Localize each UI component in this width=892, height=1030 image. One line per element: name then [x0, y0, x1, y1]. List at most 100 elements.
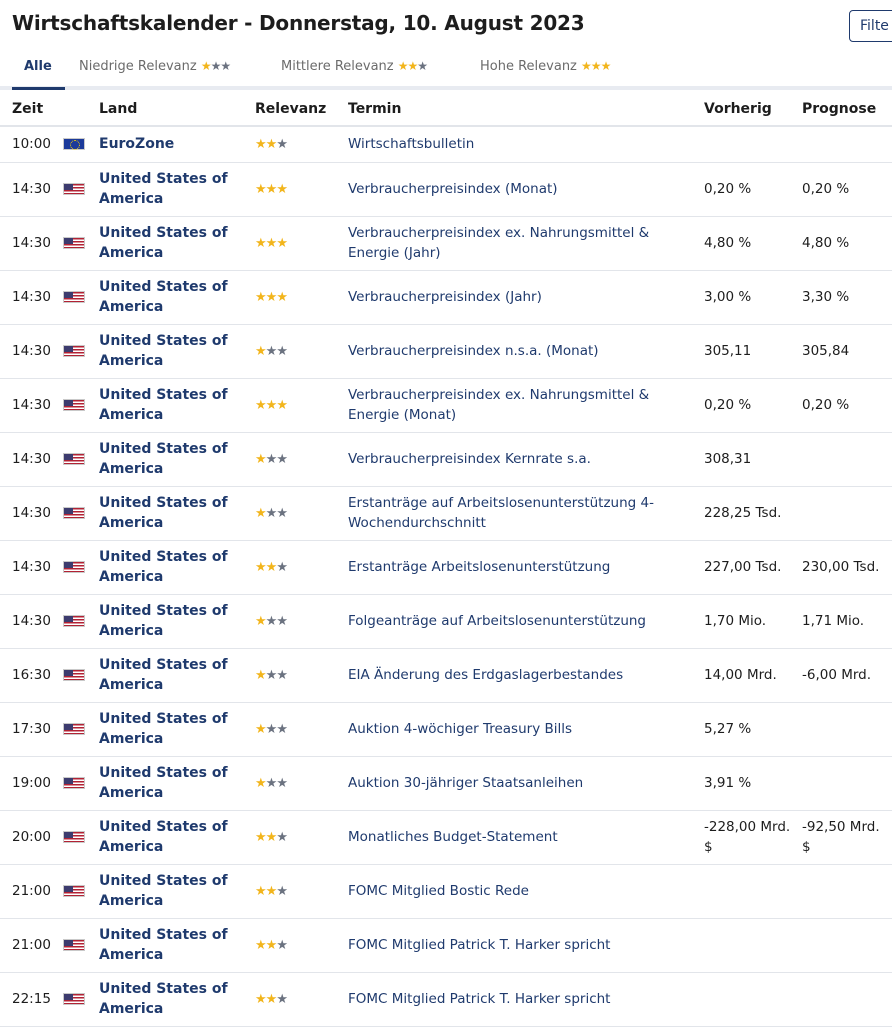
relevance-cell: ★★★ [255, 540, 348, 595]
time-text: 14:30 [12, 559, 51, 575]
table-row[interactable]: 14:30 United States of America ★★★ Erstantr… [0, 486, 892, 541]
table-row[interactable]: 14:30 United States of America ★★★ Verbrauc… [0, 324, 892, 379]
country-cell: United States of America [99, 918, 255, 973]
country-link[interactable]: United States of America [99, 603, 228, 639]
eu-flag-icon [63, 138, 85, 151]
country-link[interactable]: United States of America [99, 279, 228, 315]
event-link[interactable]: Verbraucherpreisindex Kernrate s.a. [348, 451, 591, 467]
event-link[interactable]: FOMC Mitglied Patrick T. Harker spricht [348, 991, 610, 1007]
event-link[interactable]: Folgeanträge auf Arbeitslosenunterstützu… [348, 613, 646, 629]
column-header-relevanz: Relevanz [255, 92, 348, 127]
previous-value: 5,27 % [704, 702, 802, 757]
flag-cell [52, 324, 99, 379]
table-row[interactable]: 21:00 United States of America ★★★ FOMC Mit… [0, 864, 892, 919]
event-link[interactable]: Verbraucherpreisindex (Jahr) [348, 289, 542, 305]
country-cell: United States of America [99, 864, 255, 919]
previous-value: -228,00 Mrd. $ [704, 810, 802, 865]
country-cell: United States of America [99, 162, 255, 217]
country-link[interactable]: United States of America [99, 387, 228, 423]
country-link[interactable]: United States of America [99, 765, 228, 801]
country-link[interactable]: United States of America [99, 225, 228, 261]
event-link[interactable]: Verbraucherpreisindex (Monat) [348, 181, 558, 197]
forecast-value: 0,20 % [802, 162, 892, 217]
column-header-termin: Termin [348, 92, 704, 127]
table-row[interactable]: 14:30 United States of America ★★★ Verbrauc… [0, 270, 892, 325]
event-link[interactable]: Erstanträge auf Arbeitslosenunterstützun… [348, 495, 654, 531]
country-cell: United States of America [99, 486, 255, 541]
event-link[interactable]: Verbraucherpreisindex ex. Nahrungsmittel… [348, 387, 649, 423]
tab-mittlere-relevanz[interactable]: Mittlere Relevanz ★★★ [281, 50, 428, 90]
event-cell: Wirtschaftsbulletin [348, 126, 704, 163]
country-link[interactable]: United States of America [99, 441, 228, 477]
filter-button[interactable]: Filte [849, 10, 892, 42]
event-time: 14:30 [0, 540, 52, 595]
table-row[interactable]: 14:30 United States of America ★★★ Erstantr… [0, 540, 892, 595]
flag-cell [52, 810, 99, 865]
event-link[interactable]: Erstanträge Arbeitslosenunterstützung [348, 559, 610, 575]
table-row[interactable]: 14:30 United States of America ★★★ Verbrauc… [0, 432, 892, 487]
table-row[interactable]: 21:00 United States of America ★★★ FOMC Mit… [0, 918, 892, 973]
time-text: 14:30 [12, 235, 51, 251]
event-link[interactable]: Monatliches Budget-Statement [348, 829, 558, 845]
table-header-row: Zeit Land Relevanz Termin Vorherig Progn… [0, 92, 892, 127]
time-text: 14:30 [12, 181, 51, 197]
table-row[interactable]: 14:30 United States of America ★★★ Verbrauc… [0, 378, 892, 433]
tab-hohe-relevanz[interactable]: Hohe Relevanz ★★★ [480, 50, 611, 90]
event-link[interactable]: FOMC Mitglied Patrick T. Harker spricht [348, 937, 610, 953]
country-link[interactable]: United States of America [99, 819, 228, 855]
event-link[interactable]: Verbraucherpreisindex ex. Nahrungsmittel… [348, 225, 649, 261]
relevance-stars-icon: ★★★ [255, 505, 288, 521]
table-row[interactable]: 14:30 United States of America ★★★ Folgeant… [0, 594, 892, 649]
country-cell: United States of America [99, 756, 255, 811]
tab-niedrige-relevanz[interactable]: Niedrige Relevanz ★★★ [79, 50, 231, 90]
tab-alle[interactable]: Alle [12, 50, 65, 90]
table-row[interactable]: 19:00 United States of America ★★★ Auktion … [0, 756, 892, 811]
forecast-value [802, 864, 892, 919]
flag-cell [52, 126, 99, 163]
event-time: 14:30 [0, 432, 52, 487]
event-link[interactable]: Auktion 4-wöchiger Treasury Bills [348, 721, 572, 737]
tab-label: Niedrige Relevanz [79, 59, 197, 74]
forecast-value: 230,00 Tsd. [802, 540, 892, 595]
event-cell: Auktion 30-jähriger Staatsanleihen [348, 756, 704, 811]
table-row[interactable]: 14:30 United States of America ★★★ Verbrauc… [0, 162, 892, 217]
country-link[interactable]: United States of America [99, 873, 228, 909]
table-row[interactable]: 16:30 United States of America ★★★ EIA Ände… [0, 648, 892, 703]
event-cell: Verbraucherpreisindex ex. Nahrungsmittel… [348, 216, 704, 271]
country-cell: United States of America [99, 810, 255, 865]
event-time: 14:30 [0, 378, 52, 433]
previous-value: 14,00 Mrd. [704, 648, 802, 703]
event-cell: Monatliches Budget-Statement [348, 810, 704, 865]
table-row[interactable]: 17:30 United States of America ★★★ Auktion … [0, 702, 892, 757]
country-link[interactable]: United States of America [99, 981, 228, 1017]
event-link[interactable]: Wirtschaftsbulletin [348, 136, 474, 152]
event-link[interactable]: EIA Änderung des Erdgaslagerbestandes [348, 667, 623, 683]
previous-text: 227,00 Tsd. [704, 559, 782, 575]
event-link[interactable]: Verbraucherpreisindex n.s.a. (Monat) [348, 343, 599, 359]
country-link[interactable]: United States of America [99, 171, 228, 207]
relevance-stars-icon: ★★★ [255, 883, 288, 899]
event-time: 16:30 [0, 648, 52, 703]
forecast-value [802, 432, 892, 487]
country-link[interactable]: EuroZone [99, 136, 174, 152]
event-link[interactable]: FOMC Mitglied Bostic Rede [348, 883, 529, 899]
table-row[interactable]: 10:00 EuroZone ★★★ Wirtschaftsbulletin [0, 126, 892, 163]
table-row[interactable]: 22:15 United States of America ★★★ FOMC Mit… [0, 972, 892, 1027]
previous-text: 0,20 % [704, 181, 752, 197]
country-link[interactable]: United States of America [99, 333, 228, 369]
event-link[interactable]: Auktion 30-jähriger Staatsanleihen [348, 775, 583, 791]
table-row[interactable]: 14:30 United States of America ★★★ Verbrauc… [0, 216, 892, 271]
previous-text: 0,20 % [704, 397, 752, 413]
flag-cell [52, 216, 99, 271]
time-text: 14:30 [12, 289, 51, 305]
us-flag-icon [63, 669, 85, 681]
country-link[interactable]: United States of America [99, 711, 228, 747]
country-link[interactable]: United States of America [99, 495, 228, 531]
relevance-cell: ★★★ [255, 432, 348, 487]
previous-text: 228,25 Tsd. [704, 505, 782, 521]
country-link[interactable]: United States of America [99, 657, 228, 693]
table-row[interactable]: 20:00 United States of America ★★★ Monatlic… [0, 810, 892, 865]
country-cell: United States of America [99, 324, 255, 379]
country-link[interactable]: United States of America [99, 549, 228, 585]
country-link[interactable]: United States of America [99, 927, 228, 963]
